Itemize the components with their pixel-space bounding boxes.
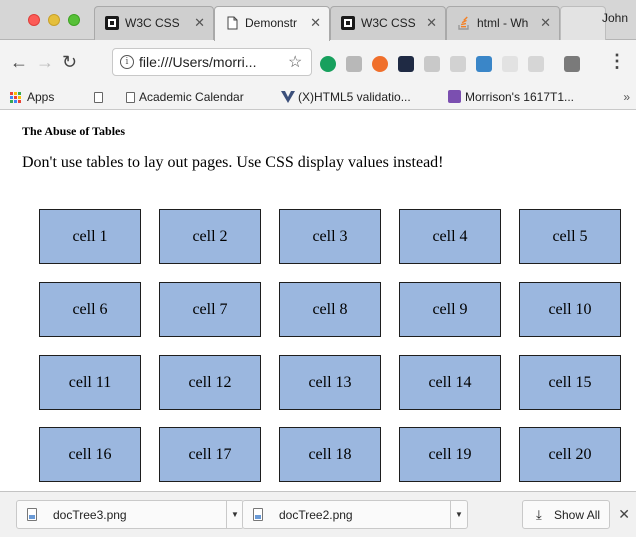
grid-cell: cell 15 [519, 355, 621, 410]
image-file-icon [27, 508, 37, 521]
extension-icon[interactable] [450, 56, 466, 72]
w3c-icon [105, 16, 119, 30]
bookmark-apps[interactable]: Apps [27, 90, 54, 104]
back-arrow-icon[interactable]: ← [10, 52, 28, 72]
download-icon: ⤓ [536, 507, 542, 522]
document-icon [94, 92, 103, 103]
bookmark-morrisons-1617[interactable]: Morrison's 1617T1... [448, 90, 574, 104]
window-minimize-button[interactable] [48, 14, 60, 26]
profile-name[interactable]: John [602, 11, 628, 25]
grid-cell: cell 18 [279, 427, 381, 482]
download-filename: docTree3.png [53, 508, 127, 522]
chevron-down-icon[interactable]: ▼ [450, 501, 467, 528]
extension-icon[interactable] [528, 56, 544, 72]
download-item[interactable]: docTree3.png ▼ [16, 500, 244, 529]
w3c-icon [341, 16, 355, 30]
downloads-shelf: docTree3.png ▼ docTree2.png ▼ ⤓ Show All… [0, 491, 636, 537]
grid-cell: cell 5 [519, 209, 621, 264]
grid-cell: cell 7 [159, 282, 261, 337]
bookmark-untitled[interactable] [94, 90, 107, 104]
tab-w3c-css-1[interactable]: W3C CSS ✕ [94, 6, 214, 40]
grid-cell: cell 6 [39, 282, 141, 337]
page-content: The Abuse of Tables Don't use tables to … [0, 111, 636, 491]
page-paragraph: Don't use tables to lay out pages. Use C… [22, 154, 444, 171]
grid-cell: cell 11 [39, 355, 141, 410]
tab-title: Demonstr [245, 16, 298, 30]
chevron-down-icon[interactable]: ▼ [226, 501, 243, 528]
tab-close-icon[interactable]: ✕ [310, 15, 321, 31]
grid-cell: cell 19 [399, 427, 501, 482]
url-text: file:///Users/morri... [139, 54, 257, 70]
bookmark-star-icon[interactable]: ☆ [288, 52, 302, 72]
tab-w3c-css-2[interactable]: W3C CSS ✕ [330, 6, 446, 40]
grid-cell: cell 8 [279, 282, 381, 337]
tab-close-icon[interactable]: ✕ [426, 15, 437, 31]
grid-cell: cell 2 [159, 209, 261, 264]
tab-close-icon[interactable]: ✕ [194, 15, 205, 31]
apps-grid-icon[interactable] [10, 92, 22, 104]
window-maximize-button[interactable] [68, 14, 80, 26]
show-all-label: Show All [554, 508, 601, 522]
browser-toolbar: ← → ↻ i file:///Users/morri... ☆ ⋮ [0, 40, 636, 86]
forward-arrow-icon[interactable]: → [36, 52, 54, 72]
grid-cell: cell 1 [39, 209, 141, 264]
image-file-icon [253, 508, 263, 521]
grid-cell: cell 4 [399, 209, 501, 264]
tab-close-icon[interactable]: ✕ [540, 15, 551, 31]
grid-cell: cell 17 [159, 427, 261, 482]
vue-devtools-icon[interactable] [398, 56, 414, 72]
tab-demonstration[interactable]: Demonstr ✕ [214, 6, 330, 41]
grammarly-extension-icon[interactable] [320, 56, 336, 72]
extension-icon[interactable] [564, 56, 580, 72]
grid-cell: cell 13 [279, 355, 381, 410]
address-bar[interactable]: i file:///Users/morri... [112, 48, 312, 76]
bookmarks-bar: Apps Academic Calendar (X)HTML5 validati… [0, 86, 636, 110]
bookmark-html5-validation[interactable]: (X)HTML5 validatio... [281, 90, 411, 104]
tab-stack-overflow[interactable]: html - Wh ✕ [446, 6, 560, 40]
grid-cell: cell 20 [519, 427, 621, 482]
extension-icon[interactable] [502, 56, 518, 72]
validator-icon [281, 91, 295, 103]
extension-icon[interactable] [346, 56, 362, 72]
bookmarks-overflow-icon[interactable]: » [623, 90, 630, 104]
document-icon [227, 16, 238, 30]
download-filename: docTree2.png [279, 508, 353, 522]
bookmark-favicon [448, 90, 461, 103]
stack-overflow-icon [458, 16, 469, 30]
tab-title: html - Wh [477, 16, 529, 30]
tab-title: W3C CSS [125, 16, 180, 30]
document-icon [126, 92, 135, 103]
page-heading: The Abuse of Tables [22, 124, 126, 138]
new-tab-button[interactable] [560, 6, 606, 40]
grid-cell: cell 10 [519, 282, 621, 337]
reload-icon[interactable]: ↻ [62, 52, 77, 72]
grid-cell: cell 16 [39, 427, 141, 482]
download-item[interactable]: docTree2.png ▼ [242, 500, 468, 529]
menu-dots-icon[interactable]: ⋮ [608, 52, 626, 70]
tab-strip: W3C CSS ✕ Demonstr ✕ W3C CSS ✕ html - Wh… [0, 0, 636, 41]
show-all-button[interactable]: ⤓ Show All [522, 500, 610, 529]
extension-icon[interactable] [372, 56, 388, 72]
info-icon[interactable]: i [120, 55, 134, 69]
grid-cell: cell 3 [279, 209, 381, 264]
window-close-button[interactable] [28, 14, 40, 26]
extension-icon[interactable] [424, 56, 440, 72]
grid-cell: cell 12 [159, 355, 261, 410]
grid-cell: cell 9 [399, 282, 501, 337]
extension-icon[interactable] [476, 56, 492, 72]
grid-cell: cell 14 [399, 355, 501, 410]
bookmark-academic-calendar[interactable]: Academic Calendar [126, 90, 244, 104]
close-icon[interactable]: ✕ [618, 507, 630, 521]
tab-title: W3C CSS [361, 16, 416, 30]
